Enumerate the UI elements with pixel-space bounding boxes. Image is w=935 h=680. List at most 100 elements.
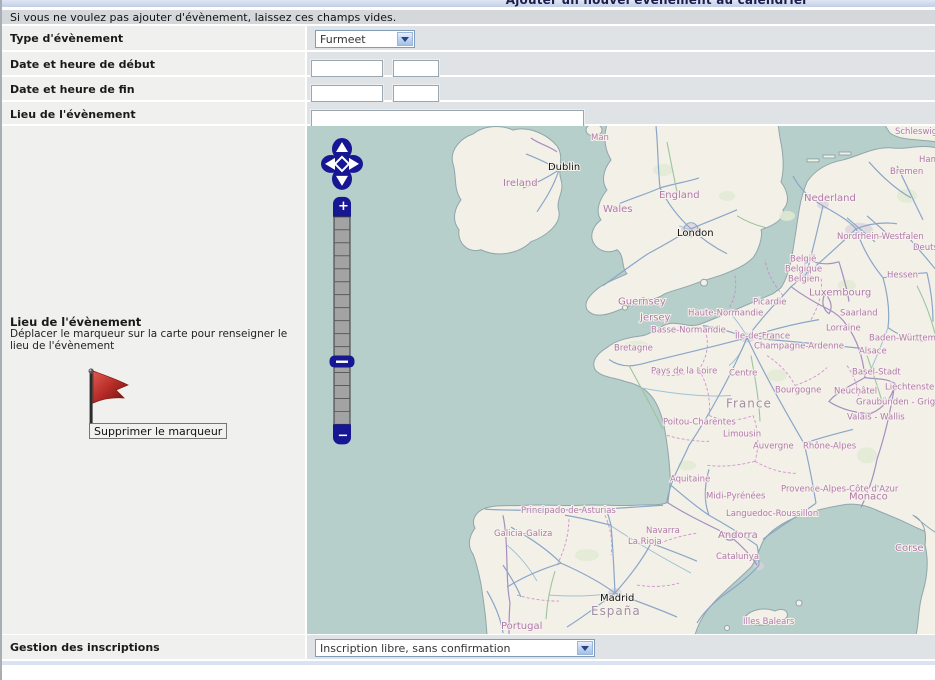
map-label: Liechtenstein (885, 382, 935, 392)
end-time-input[interactable] (393, 85, 439, 102)
registration-label: Gestion des inscriptions (2, 635, 307, 659)
map-label: Bretagne (614, 344, 653, 354)
map-label: Bourgogne (775, 385, 821, 395)
location-text-label: Lieu de l'évènement (2, 102, 307, 124)
isle-of-wight (701, 279, 708, 286)
page-title: Ajouter un nouvel évènement au calendrie… (332, 0, 935, 7)
row-location-map: Lieu de l'évènement Déplacer le marqueur… (2, 126, 935, 635)
map-label: London (677, 228, 714, 239)
map-label: Valais - Wallis (847, 412, 905, 422)
map-label: Nordrhein-Westfalen (837, 232, 924, 242)
registration-value: Inscription libre, sans confirmation (320, 642, 594, 655)
map-label: Principado de Asturias (521, 506, 616, 516)
map-label: Picardie (753, 298, 786, 308)
map-label: Illes Balears (743, 617, 794, 627)
map-label: Pays de la Loire (651, 367, 717, 377)
map-label: Man (591, 133, 609, 143)
map-container: Man Dublin Ireland England Wales London Nederl… (307, 126, 935, 634)
map-label: Midi-Pyrénées (706, 490, 765, 501)
map-label: Dublin (548, 162, 580, 173)
row-start-datetime: Date et heure de début (2, 52, 935, 77)
start-datetime-label: Date et heure de début (2, 52, 307, 75)
menorca-island (796, 600, 802, 606)
map-label: Hamb (919, 155, 935, 165)
end-date-input[interactable] (311, 85, 383, 102)
map-label: Basse-Normandie (651, 326, 726, 336)
wadden-island (823, 155, 835, 158)
location-map-description: Déplacer le marqueur sur la carte pour r… (10, 329, 306, 352)
map-label: Andorra (718, 530, 758, 541)
form-note: Si vous ne voulez pas ajouter d'évènemen… (2, 10, 935, 26)
start-time-input[interactable] (393, 60, 439, 77)
map-label: Baden-Württemberg (869, 334, 935, 344)
end-datetime-label: Date et heure de fin (2, 77, 307, 100)
row-event-type: Type d'évènement Furmeet (2, 26, 935, 52)
remove-marker-button[interactable]: Supprimer le marqueur (89, 423, 227, 439)
zoom-in-label: + (338, 199, 349, 214)
map-label: Corse (895, 543, 924, 554)
map-label: España (591, 604, 641, 618)
map-label: Lorraine (826, 324, 861, 334)
wadden-island (807, 159, 819, 162)
section-titlebar: Ajouter un nouvel évènement au calendrie… (2, 0, 935, 10)
map-label: Auvergne (753, 441, 794, 451)
chevron-down-icon[interactable] (397, 32, 413, 46)
map-label: France (726, 396, 772, 410)
map-label: Belgien (788, 275, 820, 285)
map-label: Limousin (723, 429, 761, 439)
registration-select[interactable]: Inscription libre, sans confirmation (315, 639, 595, 657)
map-label: Languedoc-Roussillon (726, 509, 818, 519)
event-type-label: Type d'évènement (2, 26, 307, 50)
map-label: Luxembourg (809, 288, 871, 299)
row-registration: Gestion des inscriptions Inscription lib… (2, 635, 935, 660)
britain-landmass (586, 126, 788, 315)
map-label: Schleswig-Hol (895, 127, 935, 137)
map-label: Neuchâtel (834, 386, 877, 396)
map-label: Poitou-Charentes (663, 417, 736, 427)
start-date-input[interactable] (311, 60, 383, 77)
map-label: Wales (603, 204, 633, 215)
location-map-label: Lieu de l'évènement (10, 315, 141, 329)
map-label: Guernsey (618, 297, 666, 308)
map-label: Basel-Stadt (852, 368, 901, 378)
chevron-down-icon[interactable] (577, 641, 593, 655)
wadden-island (839, 152, 851, 155)
map-label: La Rioja (628, 537, 662, 547)
map-label: Hessen (887, 271, 918, 281)
map-label: Haute-Normandie (688, 309, 763, 319)
event-form-page: Ajouter un nouvel évènement au calendrie… (0, 0, 935, 680)
map-label: Jersey (639, 313, 671, 324)
map-label: Champagne-Ardenne (754, 342, 844, 352)
row-location-text: Lieu de l'évènement (2, 102, 935, 126)
event-type-select[interactable]: Furmeet (315, 30, 415, 48)
map-label: Ireland (503, 178, 538, 189)
map-label: Graubünden - Grigioni (856, 397, 935, 407)
zoom-slider-handle-slot (336, 361, 348, 363)
zoom-out-label: − (338, 428, 349, 443)
location-input[interactable] (311, 110, 584, 127)
map-label: Galicia-Galiza (494, 529, 552, 539)
map-zoom-control[interactable]: + − (330, 197, 355, 445)
row-end-datetime: Date et heure de fin (2, 77, 935, 102)
map-label: Nederland (804, 193, 856, 204)
map-label: Portugal (501, 621, 542, 632)
map[interactable]: Man Dublin Ireland England Wales London Nederl… (307, 126, 935, 634)
map-label: England (659, 190, 700, 201)
next-section-bar (2, 660, 935, 665)
marker-flag-icon[interactable] (85, 366, 131, 426)
map-label: Alsace (859, 347, 887, 357)
map-label: Île-de-France (734, 330, 790, 342)
map-label: Navarra (646, 526, 680, 536)
map-label: Monaco (849, 491, 888, 502)
map-pan-control[interactable] (321, 138, 363, 190)
map-label: Madrid (600, 593, 634, 604)
map-label: Belgique (785, 265, 822, 275)
map-label: Catalunya (716, 552, 759, 562)
map-label: Aquitaine (670, 474, 710, 484)
map-label: België (790, 255, 816, 265)
map-label: Centre (729, 369, 757, 379)
map-label: Rhône-Alpes (803, 440, 856, 451)
ibiza-island (725, 626, 730, 631)
map-label: Deutschl (913, 243, 935, 253)
map-label: Bremen (890, 167, 923, 177)
